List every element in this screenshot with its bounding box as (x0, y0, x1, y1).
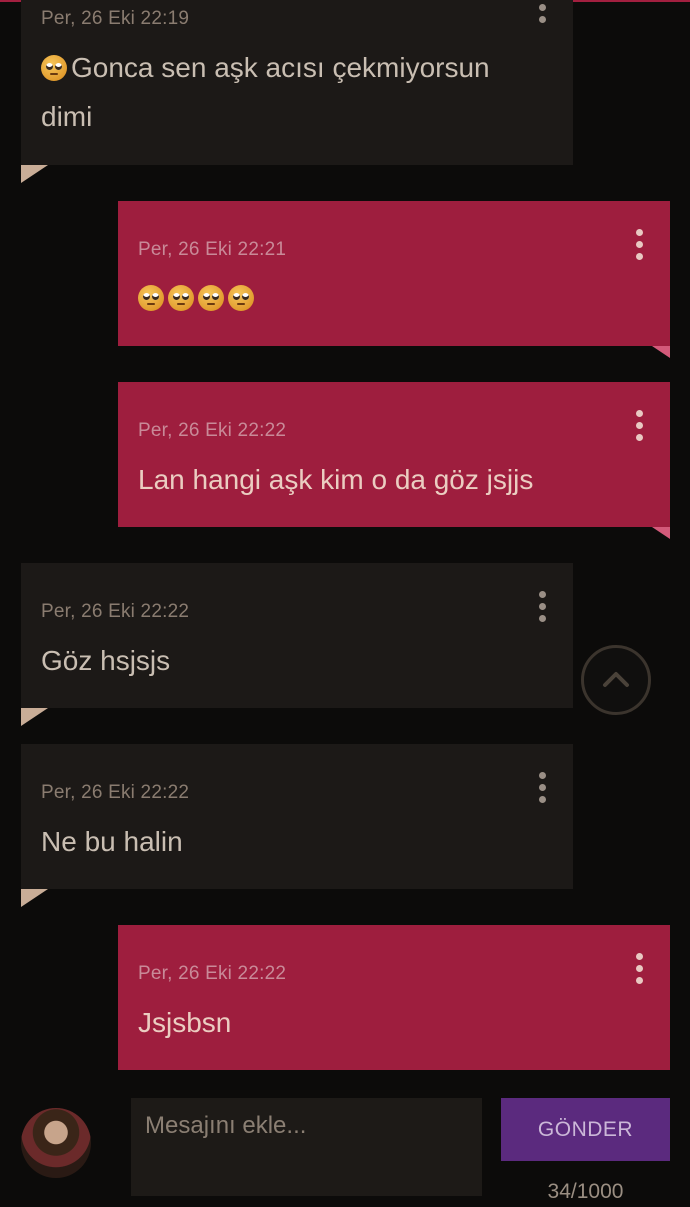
message-outgoing: Per, 26 Eki 22:22 Lan hangi aşk kim o da… (118, 382, 670, 539)
message-timestamp: Per, 26 Eki 22:22 (41, 601, 190, 622)
kebab-menu-icon[interactable] (537, 591, 547, 623)
rolling-eyes-emoji-icon (228, 285, 254, 311)
bubble-tail (21, 889, 48, 907)
message-emoji-row (138, 273, 630, 322)
kebab-menu-icon[interactable] (634, 953, 644, 985)
message-incoming: Per, 26 Eki 22:19 Gonca sen aşk acısı çe… (21, 0, 573, 183)
kebab-menu-icon[interactable] (537, 0, 547, 24)
bubble-tail (652, 346, 670, 358)
kebab-menu-icon[interactable] (634, 410, 644, 442)
message-timestamp: Per, 26 Eki 22:22 (138, 420, 287, 441)
message-text: Lan hangi aşk kim o da göz jsjjs (138, 464, 534, 495)
bubble-tail (21, 708, 48, 726)
user-avatar (21, 1108, 91, 1178)
message-text: Göz hsjsjs (41, 645, 171, 676)
rolling-eyes-emoji-icon (198, 285, 224, 311)
rolling-eyes-emoji-icon (41, 55, 67, 81)
rolling-eyes-emoji-icon (138, 285, 164, 311)
message-timestamp: Per, 26 Eki 22:22 (41, 782, 190, 803)
message-text: Jsjsbsn (138, 1007, 232, 1038)
message-timestamp: Per, 26 Eki 22:21 (138, 239, 287, 260)
character-counter: 34/1000 (547, 1180, 624, 1203)
message-text: Gonca sen aşk acısı çekmiyorsun dimi (41, 43, 533, 141)
rolling-eyes-emoji-icon (168, 285, 194, 311)
message-input[interactable] (131, 1098, 482, 1196)
message-timestamp: Per, 26 Eki 22:19 (41, 8, 190, 29)
message-incoming: Per, 26 Eki 22:22 Göz hsjsjs (21, 563, 573, 726)
message-incoming: Per, 26 Eki 22:22 Ne bu halin (21, 744, 573, 907)
message-outgoing: Per, 26 Eki 22:22 Jsjsbsn (118, 925, 670, 1070)
message-outgoing: Per, 26 Eki 22:21 (118, 201, 670, 358)
kebab-menu-icon[interactable] (634, 229, 644, 261)
send-button[interactable]: GÖNDER (501, 1098, 670, 1161)
message-text: Ne bu halin (41, 826, 183, 857)
bubble-tail (21, 165, 48, 183)
message-text-content: Gonca sen aşk acısı çekmiyorsun dimi (41, 52, 490, 132)
message-timestamp: Per, 26 Eki 22:22 (138, 963, 287, 984)
chevron-up-icon (603, 672, 629, 687)
bubble-tail (652, 527, 670, 539)
chat-screen: Per, 26 Eki 22:19 Gonca sen aşk acısı çe… (0, 0, 690, 1207)
scroll-to-top-button[interactable] (581, 645, 651, 715)
kebab-menu-icon[interactable] (537, 772, 547, 804)
